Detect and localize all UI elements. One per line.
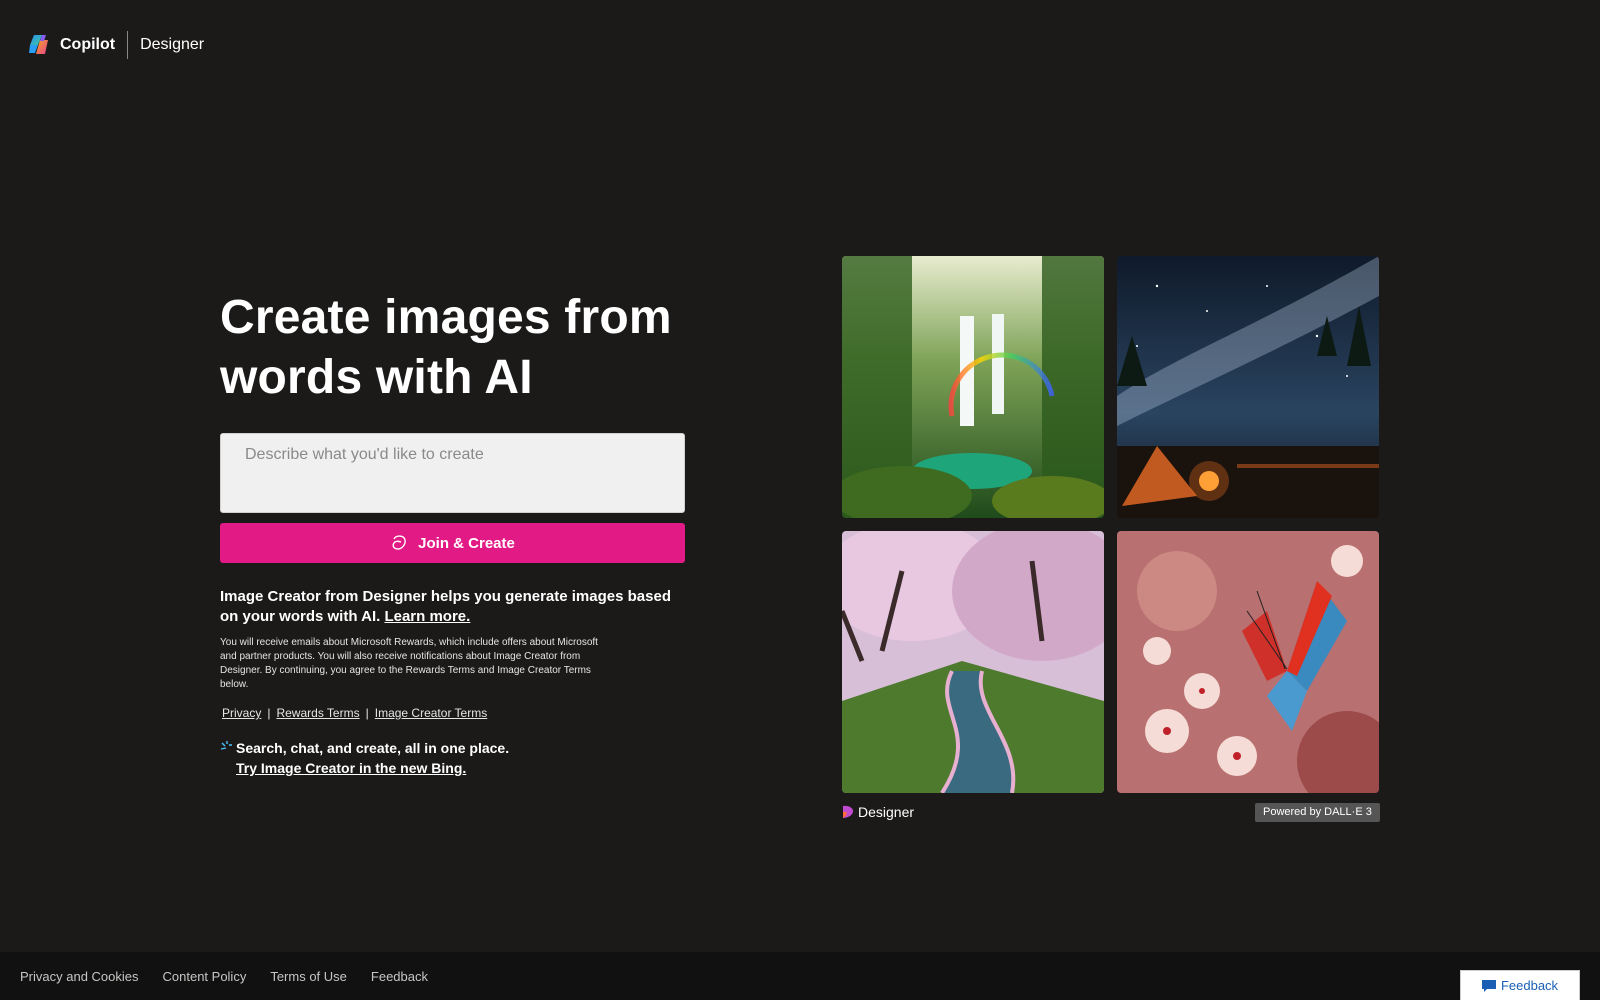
butterfly-blossom-image[interactable] <box>1117 531 1379 793</box>
link-separator: | <box>267 706 271 720</box>
example-gallery <box>842 256 1379 793</box>
cherry-blossom-river-image[interactable] <box>842 531 1104 793</box>
copilot-logo-icon[interactable] <box>26 32 52 58</box>
footer-feedback-link[interactable]: Feedback <box>371 969 428 984</box>
brand-name[interactable]: Copilot <box>60 36 115 54</box>
privacy-cookies-link[interactable]: Privacy and Cookies <box>20 969 139 984</box>
designer-brand-tag: Designer <box>842 804 914 820</box>
designer-label: Designer <box>858 804 915 820</box>
bing-sparkle-icon <box>220 741 232 750</box>
legal-links: Privacy | Rewards Terms | Image Creator … <box>222 706 487 720</box>
header-divider <box>127 31 129 59</box>
terms-of-use-link[interactable]: Terms of Use <box>270 969 347 984</box>
rewards-disclaimer: You will receive emails about Microsoft … <box>220 637 598 690</box>
bing-promo: Search, chat, and create, all in one pla… <box>220 738 509 778</box>
image-creator-terms-link[interactable]: Image Creator Terms <box>375 706 487 720</box>
feedback-button-label: Feedback <box>1500 978 1559 993</box>
app-header: Copilot Designer <box>26 30 204 60</box>
create-icon <box>392 535 406 550</box>
prompt-input[interactable] <box>220 433 685 513</box>
feedback-button[interactable]: Feedback <box>1460 970 1580 1000</box>
page-title: Create images from words with AI <box>220 291 672 404</box>
starry-camp-image[interactable] <box>1117 256 1379 518</box>
waterfall-rainbow-image[interactable] <box>842 256 1104 518</box>
join-create-button[interactable]: Join & Create <box>220 523 685 563</box>
rewards-terms-link[interactable]: Rewards Terms <box>276 706 359 720</box>
privacy-link[interactable]: Privacy <box>222 706 261 720</box>
content-policy-link[interactable]: Content Policy <box>163 969 247 984</box>
feedback-icon <box>1481 979 1496 992</box>
page-footer: Privacy and Cookies Content Policy Terms… <box>0 952 1600 1000</box>
try-bing-link[interactable]: Try Image Creator in the new Bing. <box>236 758 509 778</box>
bing-promo-text: Search, chat, and create, all in one pla… <box>236 740 510 756</box>
join-create-label: Join & Create <box>418 534 515 552</box>
powered-by-badge: Powered by DALL·E 3 <box>1255 803 1380 822</box>
designer-logo-icon <box>843 805 854 818</box>
product-name[interactable]: Designer <box>140 36 204 54</box>
learn-more-link[interactable]: Learn more. <box>384 608 470 625</box>
description: Image Creator from Designer helps you ge… <box>220 587 680 627</box>
link-separator: | <box>365 706 369 720</box>
